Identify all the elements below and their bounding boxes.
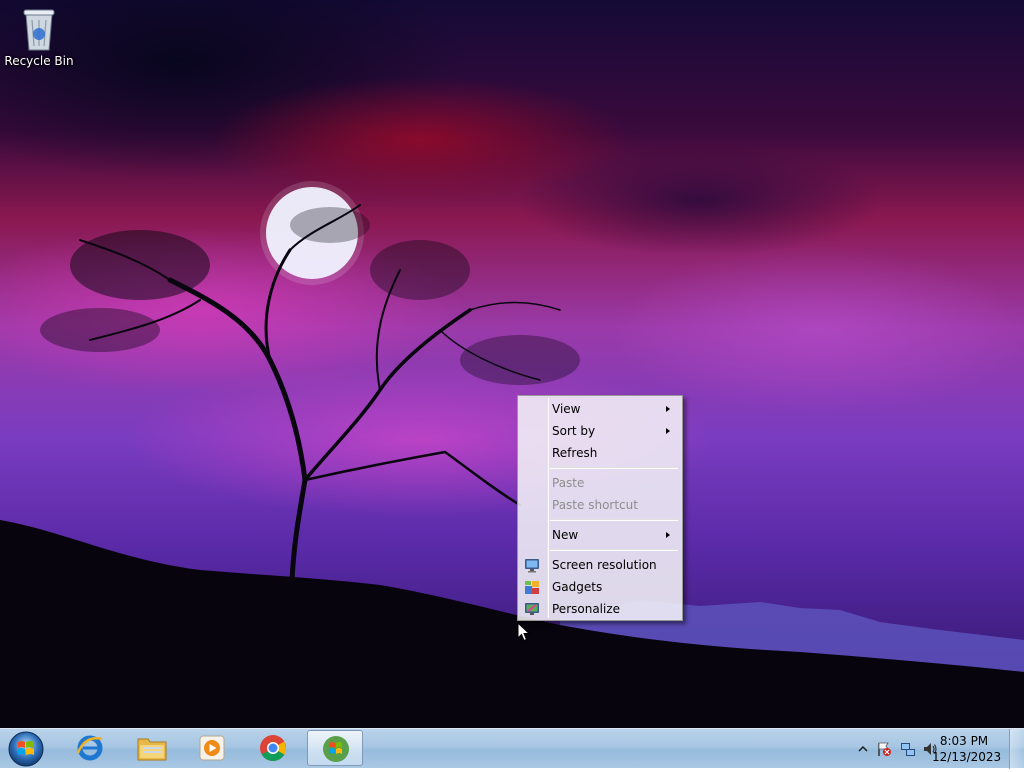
system-tray: 8:03 PM 12/13/2023 bbox=[834, 729, 1024, 769]
submenu-arrow-icon bbox=[666, 532, 670, 538]
menu-item-screen-resolution[interactable]: Screen resolution bbox=[520, 554, 680, 576]
media-player-icon bbox=[199, 735, 225, 761]
mouse-cursor-icon bbox=[517, 622, 531, 642]
desktop[interactable]: Recycle Bin View Sort by Refresh Paste P… bbox=[0, 0, 1024, 728]
menu-item-label: Personalize bbox=[552, 602, 621, 616]
menu-item-label: Screen resolution bbox=[552, 558, 657, 572]
network-icon[interactable] bbox=[900, 741, 916, 757]
menu-separator bbox=[520, 464, 680, 472]
menu-item-view[interactable]: View bbox=[520, 398, 680, 420]
clock-date: 12/13/2023 bbox=[932, 750, 1002, 764]
menu-item-label: Refresh bbox=[552, 446, 598, 460]
clock-time: 8:03 PM bbox=[939, 734, 989, 748]
clock[interactable]: 8:03 PM 12/13/2023 bbox=[932, 733, 1002, 765]
menu-item-refresh[interactable]: Refresh bbox=[520, 442, 680, 464]
menu-item-new[interactable]: New bbox=[520, 524, 680, 546]
menu-item-label: Paste bbox=[552, 476, 585, 490]
personalize-icon bbox=[525, 603, 539, 615]
windows-app-icon bbox=[323, 736, 349, 762]
menu-item-label: Paste shortcut bbox=[552, 498, 638, 512]
monitor-icon bbox=[525, 559, 539, 573]
chrome-icon bbox=[260, 735, 287, 762]
start-button[interactable] bbox=[4, 730, 48, 768]
taskbar-windows-app-active[interactable] bbox=[307, 730, 363, 766]
taskbar-internet-explorer[interactable] bbox=[62, 730, 118, 766]
internet-explorer-icon bbox=[76, 735, 103, 761]
taskbar-chrome[interactable] bbox=[245, 730, 301, 766]
taskbar-file-explorer[interactable] bbox=[123, 730, 179, 766]
file-explorer-icon bbox=[137, 738, 167, 761]
submenu-arrow-icon bbox=[666, 428, 670, 434]
recycle-bin-shortcut[interactable]: Recycle Bin bbox=[4, 6, 74, 68]
menu-item-sort-by[interactable]: Sort by bbox=[520, 420, 680, 442]
menu-item-label: New bbox=[552, 528, 579, 542]
menu-item-gadgets[interactable]: Gadgets bbox=[520, 576, 680, 598]
taskbar: 8:03 PM 12/13/2023 bbox=[0, 728, 1024, 769]
recycle-bin-label: Recycle Bin bbox=[4, 54, 74, 68]
menu-item-label: Sort by bbox=[552, 424, 596, 438]
menu-separator bbox=[520, 546, 680, 554]
submenu-arrow-icon bbox=[666, 406, 670, 412]
menu-separator bbox=[520, 516, 680, 524]
menu-item-label: Gadgets bbox=[552, 580, 603, 594]
action-center-flag-icon[interactable] bbox=[876, 741, 892, 757]
show-hidden-icons-arrow[interactable] bbox=[858, 745, 868, 753]
recycle-bin-icon bbox=[23, 9, 55, 51]
windows-start-orb-icon bbox=[8, 731, 44, 767]
menu-item-paste-shortcut[interactable]: Paste shortcut bbox=[520, 494, 680, 516]
desktop-context-menu: View Sort by Refresh Paste Paste shortcu… bbox=[517, 395, 683, 621]
menu-item-paste[interactable]: Paste bbox=[520, 472, 680, 494]
menu-item-label: View bbox=[552, 402, 581, 416]
taskbar-media-player[interactable] bbox=[184, 730, 240, 766]
wallpaper bbox=[0, 181, 1024, 728]
show-desktop-button[interactable] bbox=[1009, 729, 1024, 769]
gadgets-icon bbox=[525, 581, 539, 594]
menu-item-personalize[interactable]: Personalize bbox=[520, 598, 680, 620]
